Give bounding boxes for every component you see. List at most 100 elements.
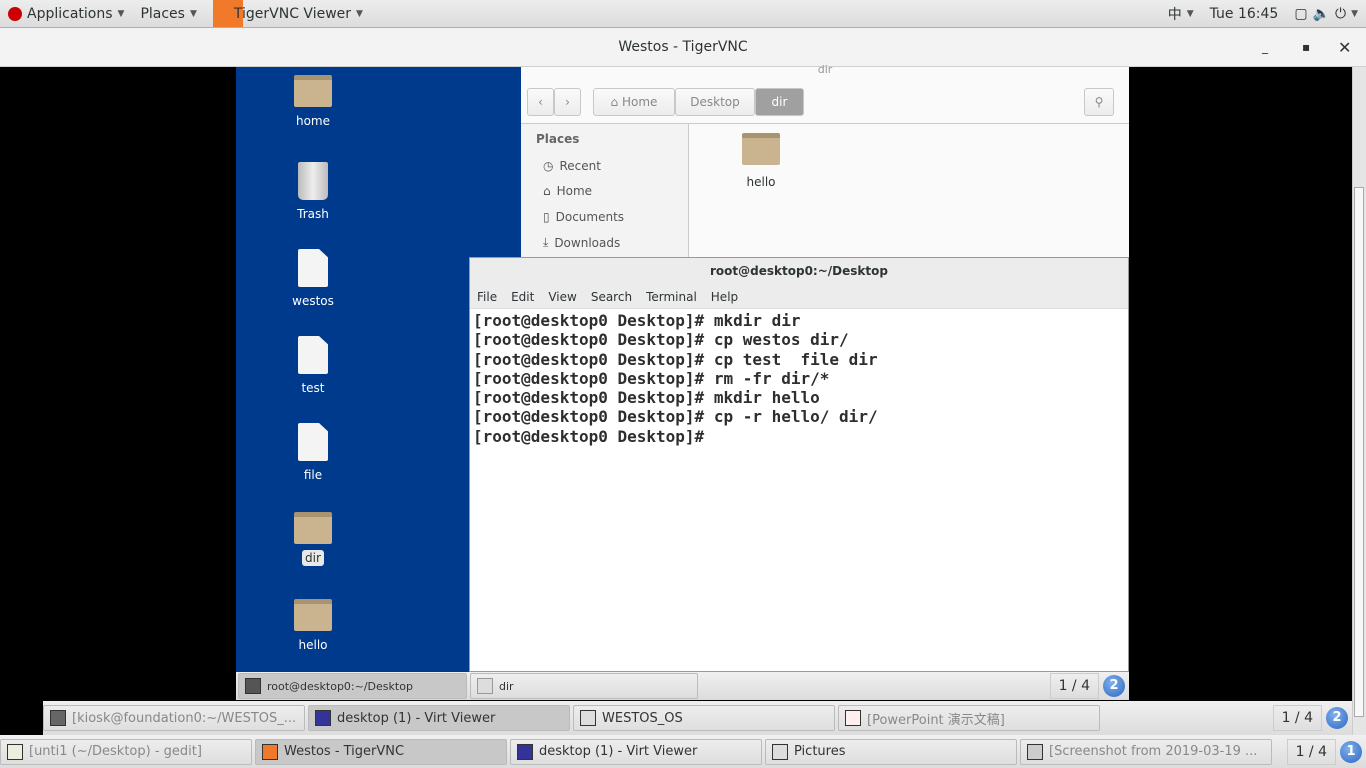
folder-icon — [294, 512, 332, 544]
file-manager-icon — [477, 678, 493, 694]
workspace-indicator[interactable]: 1 — [1340, 740, 1362, 763]
task-button[interactable]: WESTOS_OS — [573, 705, 835, 731]
places-header: Places — [536, 132, 580, 146]
app-icon — [7, 743, 23, 760]
app-icon — [262, 743, 278, 760]
sidebar-item-documents[interactable]: ▯ Documents — [543, 210, 624, 224]
clock-icon: ◷ — [543, 159, 554, 173]
task-button[interactable]: [PowerPoint 演示文稿] — [838, 705, 1100, 731]
sidebar: Places ◷ Recent ⌂ Home ▯ Documents ⤓ Downloa… — [521, 124, 689, 257]
terminal-line: [root@desktop0 Desktop]# cp westos dir/ — [473, 330, 849, 350]
terminal-line: [root@desktop0 Desktop]# mkdir dir — [473, 311, 801, 330]
applications-menu[interactable]: Applications ▼ — [0, 6, 132, 22]
document-icon — [298, 423, 328, 461]
menu-search[interactable]: Search — [591, 287, 632, 308]
task-dir[interactable]: dir — [470, 673, 698, 699]
terminal-line: [root@desktop0 Desktop]# — [473, 426, 714, 446]
terminal-line: [root@desktop0 Desktop]# cp test file di… — [473, 349, 878, 369]
terminal-menubar: File Edit View Search Terminal Help — [470, 287, 1128, 309]
system-menu[interactable]: ▢ 🔈 ⏻ ▼ — [1286, 6, 1366, 22]
workspace-pager[interactable]: 1 / 4 — [1049, 673, 1099, 699]
volume-icon: 🔈 — [1312, 5, 1330, 22]
terminal-icon — [245, 678, 261, 694]
desktop-icon-trash[interactable]: Trash — [277, 162, 349, 222]
terminal-line: [root@desktop0 Desktop]# cp -r hello/ di… — [473, 407, 878, 427]
workspace-pager[interactable]: 1 / 4 — [1272, 705, 1322, 731]
places-menu[interactable]: Places ▼ — [132, 6, 204, 22]
search-button[interactable]: ⚲ — [1084, 88, 1114, 116]
terminal-output[interactable]: [root@desktop0 Desktop]# mkdir dir [root@… — [470, 309, 1128, 448]
task-button[interactable]: Pictures — [765, 738, 1017, 765]
document-icon — [298, 336, 328, 374]
workspace-indicator[interactable]: 2 — [1103, 675, 1125, 697]
folder-icon — [294, 599, 332, 631]
power-icon: ⏻ — [1335, 5, 1347, 22]
sidebar-item-downloads[interactable]: ⤓ Downloads — [543, 235, 620, 250]
app-icon — [772, 743, 788, 760]
menu-terminal[interactable]: Terminal — [646, 287, 697, 308]
app-icon — [845, 710, 861, 726]
app-icon — [580, 710, 596, 726]
app-icon — [517, 743, 533, 760]
terminal-line: [root@desktop0 Desktop]# rm -fr dir/* — [473, 368, 830, 388]
workspace-pager[interactable]: 1 / 4 — [1286, 738, 1336, 765]
clock[interactable]: Tue 16:45 — [1202, 6, 1287, 22]
close-button[interactable]: ✕ — [1338, 28, 1351, 67]
window-title: Westos - TigerVNC — [618, 39, 748, 55]
task-button[interactable]: [unti1 (~/Desktop) - gedit] — [0, 738, 252, 765]
breadcrumb-home[interactable]: ⌂ Home — [593, 88, 675, 116]
app-icon — [315, 710, 331, 726]
input-method[interactable]: 中 ▼ — [1160, 4, 1202, 24]
app-icon — [50, 710, 66, 726]
trash-icon — [298, 162, 328, 200]
window-titlebar: Westos - TigerVNC _ ▪ ✕ — [0, 28, 1366, 67]
breadcrumb-dir[interactable]: dir — [755, 88, 804, 116]
search-icon: ⚲ — [1094, 95, 1104, 109]
maximize-button[interactable]: ▪ — [1302, 28, 1310, 67]
scrollbar-thumb[interactable] — [1354, 187, 1364, 717]
task-button[interactable]: Westos - TigerVNC — [255, 738, 507, 765]
menu-edit[interactable]: Edit — [511, 287, 534, 308]
home-icon: ⌂ — [543, 184, 551, 198]
file-manager-window: dir ‹ › ⌂ Home Desktop dir ⚲ Places ◷ Rec… — [521, 63, 1129, 257]
desktop-icon-home[interactable]: home — [277, 75, 349, 129]
task-button[interactable]: desktop (1) - Virt Viewer — [510, 738, 762, 765]
folder-icon — [742, 133, 780, 165]
app-icon — [1027, 743, 1043, 760]
breadcrumb-desktop[interactable]: Desktop — [675, 88, 755, 116]
desktop-icon-westos[interactable]: westos — [277, 249, 349, 309]
desktop-icon-test[interactable]: test — [277, 336, 349, 396]
document-icon: ▯ — [543, 210, 550, 224]
menu-help[interactable]: Help — [711, 287, 738, 308]
back-button[interactable]: ‹ — [527, 88, 554, 116]
terminal-title: root@desktop0:~/Desktop — [470, 258, 1128, 287]
task-terminal[interactable]: root@desktop0:~/Desktop — [238, 673, 467, 699]
screen-icon: ▢ — [1294, 5, 1308, 22]
download-icon: ⤓ — [543, 235, 549, 249]
home-icon: ⌂ — [610, 95, 619, 109]
forward-button[interactable]: › — [554, 88, 581, 116]
folder-icon — [294, 75, 332, 107]
terminal-window: root@desktop0:~/Desktop File Edit View Sear… — [469, 257, 1129, 672]
sidebar-item-home[interactable]: ⌂ Home — [543, 184, 592, 198]
task-button[interactable]: [Screenshot from 2019-03-19 ... — [1020, 738, 1272, 765]
minimize-button[interactable]: _ — [1262, 28, 1268, 67]
app-menu[interactable]: TigerVNC Viewer ▼ — [205, 0, 371, 27]
redhat-icon — [8, 6, 22, 21]
sidebar-item-recent[interactable]: ◷ Recent — [543, 159, 601, 173]
menu-file[interactable]: File — [477, 287, 497, 308]
workspace-indicator[interactable]: 2 — [1326, 707, 1348, 729]
desktop-icon-hello[interactable]: hello — [277, 599, 349, 653]
host-taskbar: [unti1 (~/Desktop) - gedit] Westos - Tige… — [0, 735, 1366, 768]
task-button[interactable]: desktop (1) - Virt Viewer — [308, 705, 570, 731]
desktop-icon-file[interactable]: file — [277, 423, 349, 483]
file-item-hello[interactable]: hello — [733, 133, 789, 189]
document-icon — [298, 249, 328, 287]
menu-view[interactable]: View — [548, 287, 576, 308]
top-bar: Applications ▼ Places ▼ TigerVNC Viewer ▼ 中… — [0, 0, 1366, 28]
desktop-icon-dir[interactable]: dir — [277, 512, 349, 566]
task-button[interactable]: [kiosk@foundation0:~/WESTOS_... — [43, 705, 305, 731]
terminal-line: [root@desktop0 Desktop]# mkdir hello — [473, 388, 820, 408]
virt-viewer-taskbar: [kiosk@foundation0:~/WESTOS_... desktop (… — [43, 701, 1352, 735]
file-manager-title: dir — [817, 63, 833, 76]
